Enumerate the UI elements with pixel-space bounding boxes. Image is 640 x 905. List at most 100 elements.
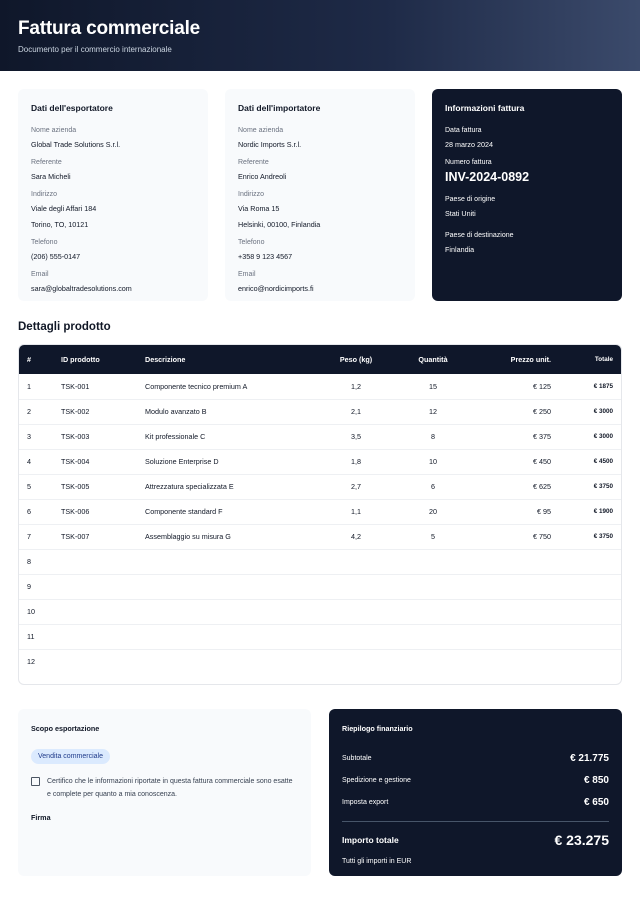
row-num: 1 [19, 374, 53, 400]
row-total: € 4500 [559, 449, 621, 475]
products-section-title: Dettagli prodotto [18, 321, 111, 333]
row-num: 5 [19, 474, 53, 500]
row-id: TSK-005 [53, 474, 137, 500]
row-id: TSK-006 [53, 499, 137, 525]
total-value: € 23.275 [554, 832, 610, 848]
row-total: € 3000 [559, 399, 621, 425]
exporter-title: Dati dell'esportatore [31, 103, 113, 113]
tax-label: Imposta export [342, 798, 389, 806]
row-qty: 15 [397, 374, 469, 400]
row-price: € 95 [469, 499, 559, 525]
row-desc: Componente standard F [137, 499, 315, 525]
row-num: 4 [19, 449, 53, 475]
total-label: Importo totale [342, 835, 399, 845]
row-weight [315, 599, 397, 625]
row-total [559, 649, 621, 674]
table-row: 2 TSK-002 Modulo avanzato B 2,1 12 € 250… [19, 399, 621, 425]
row-total: € 1875 [559, 374, 621, 400]
row-desc: Assemblaggio su misura G [137, 524, 315, 550]
row-id: TSK-003 [53, 424, 137, 450]
row-qty [397, 574, 469, 600]
exporter-phone: (206) 555-0147 [31, 252, 81, 261]
subtotal-label: Subtotale [342, 754, 372, 762]
row-qty: 10 [397, 449, 469, 475]
row-weight: 2,1 [315, 399, 397, 425]
row-desc: Modulo avanzato B [137, 399, 315, 425]
table-row: 6 TSK-006 Componente standard F 1,1 20 €… [19, 499, 621, 525]
row-qty [397, 549, 469, 575]
table-row: 10 [19, 599, 621, 625]
row-num: 2 [19, 399, 53, 425]
currency-note: Tutti gli importi in EUR [342, 858, 412, 865]
summary-title: Riepilogo finanziario [342, 724, 413, 733]
importer-company: Nordic Imports S.r.l. [238, 140, 302, 149]
row-weight [315, 549, 397, 575]
importer-address-line2: Helsinki, 00100, Finlandia [238, 220, 321, 229]
table-row: 4 TSK-004 Soluzione Enterprise D 1,8 10 … [19, 449, 621, 475]
importer-contact: Enrico Andreoli [238, 172, 287, 181]
certify-text: Certifico che le informazioni riportate … [47, 778, 293, 798]
exporter-phone-label: Telefono [31, 239, 58, 246]
row-desc: Componente tecnico premium A [137, 374, 315, 400]
row-price: € 450 [469, 449, 559, 475]
row-desc [137, 624, 315, 650]
table-row: 12 [19, 649, 621, 674]
importer-email-label: Email [238, 271, 256, 278]
row-num: 7 [19, 524, 53, 550]
exporter-address-label: Indirizzo [31, 191, 58, 198]
export-purpose-badge[interactable]: Vendita commerciale [31, 749, 110, 764]
exporter-contact-label: Referente [31, 159, 62, 166]
exporter-company-label: Nome azienda [31, 127, 77, 134]
tax-row: Imposta export € 650 [342, 791, 609, 813]
row-desc [137, 649, 315, 674]
row-num: 10 [19, 599, 53, 625]
importer-phone-label: Telefono [238, 239, 265, 246]
col-header-num: # [19, 345, 53, 374]
destination-country-label: Paese di destinazione [445, 232, 514, 239]
table-row: 7 TSK-007 Assemblaggio su misura G 4,2 5… [19, 524, 621, 550]
exporter-email: sara@globaltradesolutions.com [31, 284, 132, 293]
row-qty: 12 [397, 399, 469, 425]
invoice-info-card: Informazioni fattura Data fattura 28 mar… [432, 89, 622, 301]
row-price [469, 549, 559, 575]
row-desc [137, 549, 315, 575]
row-total [559, 574, 621, 600]
invoice-date: 28 marzo 2024 [445, 140, 493, 149]
row-id [53, 574, 137, 600]
row-total: € 3750 [559, 524, 621, 550]
col-header-weight: Peso (kg) [315, 345, 397, 374]
exporter-contact: Sara Micheli [31, 172, 71, 181]
row-price: € 750 [469, 524, 559, 550]
row-id: TSK-001 [53, 374, 137, 400]
exporter-address-line1: Viale degli Affari 184 [31, 204, 97, 213]
page-title: Fattura commerciale [18, 18, 201, 39]
row-price: € 375 [469, 424, 559, 450]
row-weight: 2,7 [315, 474, 397, 500]
row-total: € 3000 [559, 424, 621, 450]
row-price: € 625 [469, 474, 559, 500]
row-price: € 250 [469, 399, 559, 425]
table-row: 8 [19, 549, 621, 575]
importer-card: Dati dell'importatore Nome azienda Nordi… [225, 89, 415, 301]
products-table: # ID prodotto Descrizione Peso (kg) Quan… [18, 344, 622, 685]
invoice-number: INV-2024-0892 [445, 170, 530, 184]
table-row: 3 TSK-003 Kit professionale C 3,5 8 € 37… [19, 424, 621, 450]
tax-value: € 650 [583, 796, 609, 808]
row-qty: 20 [397, 499, 469, 525]
importer-company-label: Nome azienda [238, 127, 284, 134]
table-row: 9 [19, 574, 621, 600]
table-row: 5 TSK-005 Attrezzatura specializzata E 2… [19, 474, 621, 500]
row-num: 6 [19, 499, 53, 525]
row-weight [315, 574, 397, 600]
row-desc: Attrezzatura specializzata E [137, 474, 315, 500]
total-row: Importo totale € 23.275 [342, 828, 609, 852]
row-num: 3 [19, 424, 53, 450]
row-price [469, 599, 559, 625]
row-qty [397, 624, 469, 650]
row-qty: 5 [397, 524, 469, 550]
shipping-label: Spedizione e gestione [342, 776, 411, 784]
row-id [53, 549, 137, 575]
certify-checkbox[interactable] [31, 777, 40, 786]
exporter-address-line2: Torino, TO, 10121 [31, 220, 89, 229]
row-desc: Kit professionale C [137, 424, 315, 450]
